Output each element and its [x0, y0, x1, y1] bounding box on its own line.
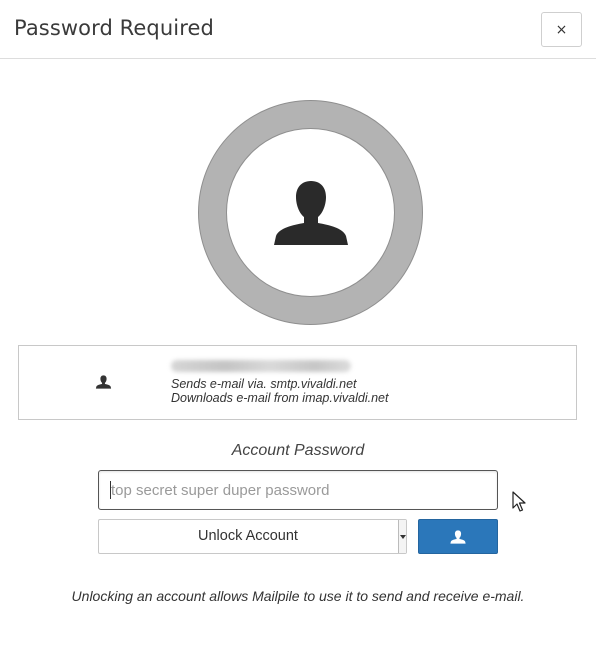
unlock-user-button[interactable]: [418, 519, 498, 554]
dialog-header: Password Required ×: [0, 0, 596, 59]
account-info-card: Sends e-mail via. smtp.vivaldi.net Downl…: [18, 345, 577, 420]
user-icon: [95, 375, 112, 389]
text-cursor: [110, 481, 111, 499]
account-email-redacted: [171, 360, 351, 372]
password-input[interactable]: [98, 470, 498, 510]
downloads-from-text: Downloads e-mail from imap.vivaldi.net: [171, 391, 389, 405]
password-required-dialog: Password Required × Sends e-mail via. sm…: [0, 0, 596, 646]
mouse-pointer-icon: [512, 491, 526, 512]
sends-via-text: Sends e-mail via. smtp.vivaldi.net: [171, 377, 357, 391]
close-button[interactable]: ×: [541, 12, 582, 47]
password-label: Account Password: [231, 442, 365, 459]
user-silhouette-icon: [273, 180, 348, 245]
unlock-selected-option: Unlock Account: [198, 528, 298, 544]
select-arrow-icon[interactable]: [398, 520, 406, 553]
unlock-action-select[interactable]: Unlock Account: [98, 519, 407, 554]
unlock-explanation: Unlocking an account allows Mailpile to …: [71, 588, 525, 604]
user-icon: [450, 529, 466, 544]
account-avatar: [198, 100, 423, 325]
avatar-inner-circle: [226, 128, 395, 297]
dialog-title: Password Required: [14, 16, 214, 40]
close-icon: ×: [555, 21, 568, 38]
